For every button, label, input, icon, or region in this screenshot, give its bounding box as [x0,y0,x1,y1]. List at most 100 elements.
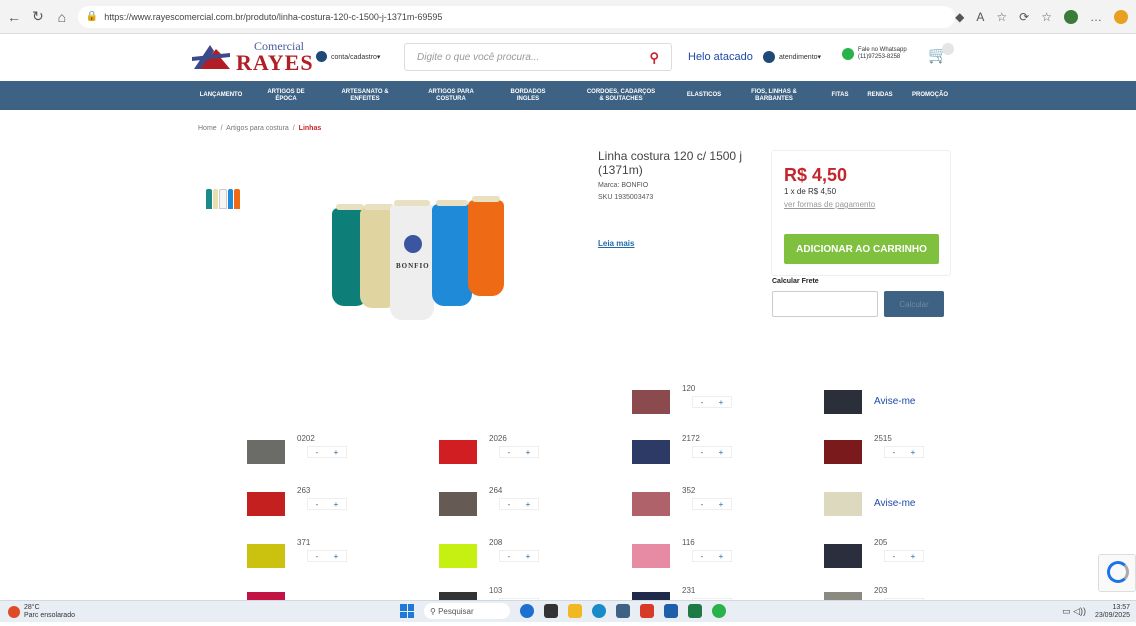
nav-item-lancamento[interactable]: LANÇAMENTO [200,92,243,99]
freight-label: Calcular Frete [772,278,819,285]
minus-button[interactable]: - [316,448,319,457]
variant-swatch[interactable] [247,544,285,568]
weather-widget[interactable]: 28°C Parc ensolarado [8,604,75,619]
plus-button[interactable]: + [334,500,339,509]
cart-button[interactable]: 🛒 [928,43,954,64]
more-menu-icon[interactable]: … [1090,10,1102,24]
favorite-icon[interactable]: ☆ [996,10,1007,24]
breadcrumb-home[interactable]: Home [198,125,217,132]
nav-item-rendas[interactable]: RENDAS [867,92,892,99]
minus-button[interactable]: - [893,448,896,457]
nav-item-artigos-costura[interactable]: ARTIGOS PARA COSTURA [427,89,475,102]
payment-options-link[interactable]: ver formas de pagamento [784,200,875,209]
site-logo[interactable]: Comercial RAYES [192,40,314,74]
plus-button[interactable]: + [334,448,339,457]
nav-item-cordoes[interactable]: CORDOES, CADARÇOS & SOUTACHES [585,89,657,102]
product-thumbnail[interactable] [206,189,240,209]
variant-code: 352 [682,486,696,495]
extension-icon[interactable]: ◆ [955,10,964,24]
edge-icon[interactable] [592,604,606,618]
profile-icon[interactable] [1064,9,1078,24]
copilot-icon[interactable] [1114,9,1128,24]
atendimento-menu[interactable]: atendimento▾ [763,51,821,63]
variant-swatch[interactable] [439,440,477,464]
plus-button[interactable]: + [911,552,916,561]
variant-swatch[interactable] [824,544,862,568]
plus-button[interactable]: + [719,398,724,407]
search-icon: ⚲ [430,606,439,616]
plus-button[interactable]: + [719,500,724,509]
nav-item-elasticos[interactable]: ELASTICOS [687,92,721,99]
plus-button[interactable]: + [526,448,531,457]
minus-button[interactable]: - [316,500,319,509]
minus-button[interactable]: - [701,398,704,407]
start-icon[interactable] [400,604,414,618]
minus-button[interactable]: - [508,448,511,457]
variant-swatch[interactable] [632,390,670,414]
zipcode-input[interactable] [772,291,878,317]
variant-swatch[interactable] [824,492,862,516]
pdf-app-icon[interactable] [640,604,654,618]
taskbar-search[interactable]: ⚲ Pesquisar [424,603,510,619]
clock[interactable]: 13:57 23/09/2025 [1095,604,1130,620]
nav-item-promocao[interactable]: PROMOÇÃO [912,92,948,99]
variant-swatch[interactable] [632,440,670,464]
file-explorer-icon[interactable] [568,604,582,618]
calculator-icon[interactable] [616,604,630,618]
task-view-icon[interactable] [544,604,558,618]
variant-code: 116 [682,538,695,547]
search-icon[interactable]: ⚲ [649,50,659,66]
variant-swatch[interactable] [439,492,477,516]
home-icon[interactable]: ⌂ [52,7,72,27]
nav-item-fios-linhas[interactable]: FIOS, LINHAS & BARBANTES [749,89,799,102]
breadcrumb-category[interactable]: Artigos para costura [226,125,289,132]
minus-button[interactable]: - [701,448,704,457]
nav-item-fitas[interactable]: FITAS [832,92,849,99]
variant-swatch[interactable] [247,492,285,516]
excel-icon[interactable] [688,604,702,618]
variant-swatch[interactable] [632,544,670,568]
notify-me-link[interactable]: Avise-me [874,396,916,407]
variant-swatch[interactable] [247,440,285,464]
recaptcha-badge[interactable] [1098,554,1136,592]
reload-icon[interactable]: ↻ [28,7,48,27]
collections-icon[interactable]: ⟳ [1019,10,1029,24]
read-aloud-icon[interactable]: A [976,10,984,24]
plus-button[interactable]: + [334,552,339,561]
minus-button[interactable]: - [316,552,319,561]
plus-button[interactable]: + [911,448,916,457]
variant-swatch[interactable] [439,544,477,568]
variant-item: 2515- + [824,434,984,474]
minus-button[interactable]: - [508,500,511,509]
minus-button[interactable]: - [701,552,704,561]
minus-button[interactable]: - [508,552,511,561]
plus-button[interactable]: + [526,500,531,509]
whatsapp-link[interactable]: Fale no Whatsapp (11)97253-8258 [842,47,907,61]
system-tray-icons[interactable]: ▭ ◁)) [1062,606,1086,617]
helo-atacado-link[interactable]: Helo atacado [688,51,753,63]
variant-swatch[interactable] [632,492,670,516]
back-icon[interactable]: ← [4,7,24,27]
minus-button[interactable]: - [701,500,704,509]
address-bar[interactable]: 🔒 https://www.rayescomercial.com.br/prod… [77,5,956,28]
notify-me-link[interactable]: Avise-me [874,498,916,509]
nav-item-bordados[interactable]: BORDADOS INGLES [508,89,548,102]
calculate-freight-button[interactable]: Calcular [884,291,944,317]
variant-swatch[interactable] [824,390,862,414]
account-menu[interactable]: conta/cadastro▾ [316,51,380,62]
nav-item-artigos-de-epoca[interactable]: ARTIGOS DE ÉPOCA [266,89,306,102]
add-to-cart-button[interactable]: ADICIONAR AO CARRINHO [784,234,939,264]
copilot-app-icon[interactable] [520,604,534,618]
whatsapp-app-icon[interactable] [712,604,726,618]
search-input[interactable]: Digite o que você procura... ⚲ [404,43,672,71]
favorites-bar-icon[interactable]: ☆ [1041,10,1052,24]
minus-button[interactable]: - [893,552,896,561]
variant-swatch[interactable] [824,440,862,464]
url-text: https://www.rayescomercial.com.br/produt… [104,11,443,22]
plus-button[interactable]: + [719,552,724,561]
plus-button[interactable]: + [719,448,724,457]
outlook-icon[interactable] [664,604,678,618]
plus-button[interactable]: + [526,552,531,561]
nav-item-artesanato[interactable]: ARTESANATO & ENFEITES [340,89,390,102]
read-more-link[interactable]: Leia mais [598,239,634,248]
